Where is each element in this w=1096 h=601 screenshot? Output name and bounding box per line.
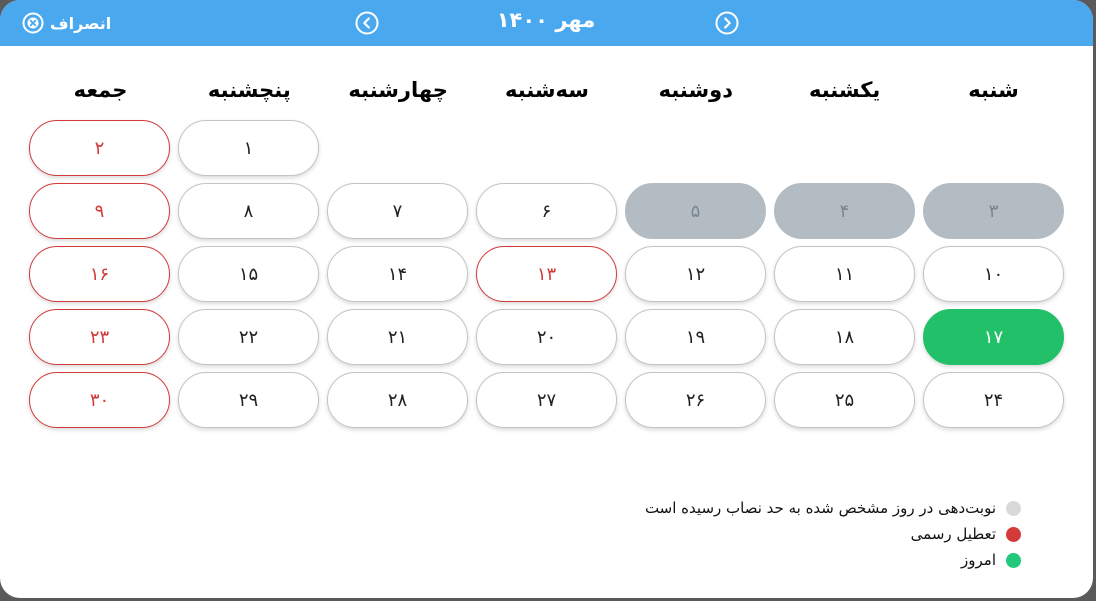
day-cell[interactable]: ۱۴ <box>327 246 468 302</box>
cancel-button[interactable]: انصراف <box>22 10 111 36</box>
day-cell[interactable]: ۱۲ <box>625 246 766 302</box>
calendar-dialog: انصراف مهر ۱۴۰۰ شنبه یکشنبه دوشنبه سه‌شن… <box>0 0 1093 598</box>
day-cell[interactable]: ۱۹ <box>625 309 766 365</box>
day-cell[interactable]: ۱۵ <box>178 246 319 302</box>
day-cell[interactable]: ۲ <box>29 120 170 176</box>
legend-item-today: امروز <box>645 547 1021 573</box>
day-cell[interactable]: ۲۲ <box>178 309 319 365</box>
day-cell[interactable]: ۹ <box>29 183 170 239</box>
day-cell[interactable]: ۱۱ <box>774 246 915 302</box>
day-cell[interactable]: ۲۰ <box>476 309 617 365</box>
empty-day-cell <box>327 120 468 176</box>
day-cell[interactable]: ۱۰ <box>923 246 1064 302</box>
day-cell-today[interactable]: ۱۷ <box>923 309 1064 365</box>
day-cell[interactable]: ۱ <box>178 120 319 176</box>
empty-day-cell <box>774 120 915 176</box>
weekday-label: یکشنبه <box>808 78 881 102</box>
day-cell[interactable]: ۲۴ <box>923 372 1064 428</box>
calendar-grid: ۱ ۲ ۳ ۴ ۵ ۶ ۷ ۸ ۹ ۱۰ ۱۱ ۱۲ ۱۳ ۱۴ ۱۵ ۱۶ ۱۷ ۱۸ ۱۹ ۲۰ ۲۱ ۲۲ ۲۳ ۲۴ ۲… <box>29 120 1064 428</box>
empty-day-cell <box>625 120 766 176</box>
day-cell[interactable]: ۲۸ <box>327 372 468 428</box>
weekday-label: دوشنبه <box>658 78 733 102</box>
day-cell[interactable]: ۲۷ <box>476 372 617 428</box>
day-cell[interactable]: ۲۱ <box>327 309 468 365</box>
day-cell[interactable]: ۲۵ <box>774 372 915 428</box>
empty-day-cell <box>923 120 1064 176</box>
day-cell[interactable]: ۶ <box>476 183 617 239</box>
empty-day-cell <box>476 120 617 176</box>
day-cell[interactable]: ۲۹ <box>178 372 319 428</box>
day-cell[interactable]: ۳۰ <box>29 372 170 428</box>
legend-label: تعطیل رسمی <box>910 525 996 543</box>
next-month-icon[interactable] <box>715 11 739 35</box>
legend-item-capacity-full: نوبت‌دهی در روز مشخص شده به حد نصاب رسید… <box>645 495 1021 521</box>
day-cell[interactable]: ۸ <box>178 183 319 239</box>
legend-dot <box>1006 526 1021 542</box>
legend-item-holiday: تعطیل رسمی <box>645 521 1021 547</box>
day-cell[interactable]: ۱۸ <box>774 309 915 365</box>
day-cell[interactable]: ۱۳ <box>476 246 617 302</box>
weekday-label: پنچشنبه <box>207 78 291 102</box>
weekday-label: شنبه <box>968 78 1019 102</box>
month-title: مهر ۱۴۰۰ <box>496 8 596 32</box>
weekday-header-row: شنبه یکشنبه دوشنبه سه‌شنبه چهارشنبه پنچش… <box>30 78 1064 112</box>
prev-month-icon[interactable] <box>355 11 379 35</box>
legend-dot <box>1006 552 1021 568</box>
day-cell[interactable]: ۲۶ <box>625 372 766 428</box>
weekday-label: جمعه <box>73 78 128 102</box>
weekday-label: سه‌شنبه <box>505 78 589 102</box>
legend-label: امروز <box>961 551 996 569</box>
day-cell: ۵ <box>625 183 766 239</box>
day-cell[interactable]: ۲۳ <box>29 309 170 365</box>
day-cell[interactable]: ۱۶ <box>29 246 170 302</box>
weekday-label: چهارشنبه <box>348 78 448 102</box>
legend-dot <box>1006 500 1021 516</box>
day-cell: ۴ <box>774 183 915 239</box>
calendar-header: انصراف مهر ۱۴۰۰ <box>0 0 1093 46</box>
close-circle-icon <box>22 12 44 34</box>
day-cell[interactable]: ۷ <box>327 183 468 239</box>
legend-label: نوبت‌دهی در روز مشخص شده به حد نصاب رسید… <box>644 499 996 517</box>
day-cell: ۳ <box>923 183 1064 239</box>
cancel-label: انصراف <box>50 13 112 33</box>
legend: نوبت‌دهی در روز مشخص شده به حد نصاب رسید… <box>645 495 1021 573</box>
